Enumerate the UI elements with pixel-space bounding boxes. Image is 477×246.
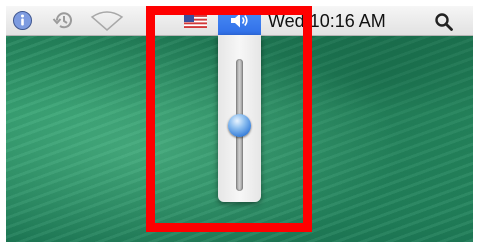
- info-icon[interactable]: [12, 10, 33, 36]
- highlight-box: [146, 6, 312, 232]
- wifi-icon[interactable]: [90, 10, 124, 36]
- spotlight-search-icon[interactable]: [434, 12, 454, 37]
- time-machine-icon[interactable]: [52, 10, 76, 36]
